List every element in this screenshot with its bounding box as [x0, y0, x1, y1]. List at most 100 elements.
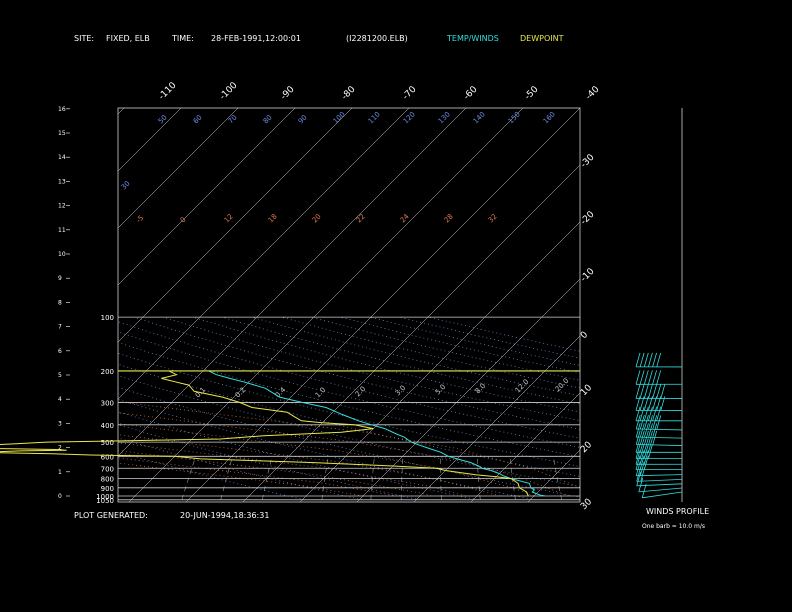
isotherm-label-right: -20: [579, 209, 597, 227]
wind-barb: [652, 384, 657, 399]
wind-barb: [635, 461, 641, 476]
isotherm-line: [356, 278, 580, 502]
mixing-ratio-line: [400, 456, 404, 500]
dry-adiabat-line: [133, 316, 580, 430]
wind-barb: [652, 423, 658, 438]
isotherm-line: [118, 108, 410, 400]
height-km-label: 6: [58, 348, 62, 355]
moist-adiabat-line: [118, 450, 432, 497]
wind-barb: [643, 384, 649, 399]
wind-barb: [656, 352, 662, 368]
isotherm-line: [527, 449, 580, 502]
mixing-ratio-label: 12.0: [514, 378, 531, 395]
height-km-label: 11: [58, 227, 66, 234]
wind-barb: [652, 352, 657, 368]
isotherm-label-right: -10: [579, 266, 597, 284]
pressure-label: 800: [101, 476, 114, 484]
isotherm-line: [413, 335, 580, 502]
mixing-ratio-line: [262, 456, 273, 500]
wet-bulb-label: 12: [223, 212, 235, 224]
mixing-ratio-line: [370, 456, 375, 500]
height-km-label: 5: [58, 372, 62, 379]
temperature-profile-line: [208, 370, 546, 497]
pressure-label: 500: [101, 439, 114, 447]
dry-adiabat-line: [118, 331, 580, 448]
dry-adiabat-line: [118, 321, 580, 439]
theta-label: 120: [402, 110, 417, 125]
pressure-label: 900: [101, 485, 114, 493]
theta-label: 110: [367, 110, 382, 125]
isotherm-label-top: -50: [523, 84, 541, 102]
wind-barb: [635, 422, 641, 438]
wet-bulb-label: 18: [267, 212, 279, 224]
isotherm-line: [642, 108, 792, 502]
isotherm-line: [242, 164, 580, 502]
wind-barb: [656, 384, 662, 399]
theta-label: 30: [120, 179, 132, 191]
theta-label: 60: [192, 113, 204, 125]
dry-adiabat-line: [310, 316, 580, 381]
isotherm-label-top: -70: [401, 84, 419, 102]
height-km-label: 7: [58, 324, 62, 331]
height-km-label: 8: [58, 299, 62, 306]
mixing-ratio-label: 5.0: [434, 383, 448, 397]
dry-adiabat-line: [222, 316, 580, 405]
isotherm-label-right: 30: [579, 497, 594, 512]
plot-frame: [117, 107, 581, 503]
wet-bulb-label: 32: [487, 212, 499, 224]
wind-shaft: [642, 491, 683, 499]
height-km-label: 3: [58, 420, 62, 427]
mixing-ratio-line: [181, 456, 197, 500]
height-km-label: 12: [58, 203, 66, 210]
theta-label: 100: [332, 110, 347, 125]
isotherm-label-right: 20: [579, 440, 594, 455]
mixing-ratio-label: 2.0: [354, 385, 368, 399]
height-km-label: 13: [58, 178, 66, 185]
isotherm-label-top: -40: [584, 84, 602, 102]
height-km-label: 14: [58, 154, 66, 161]
isotherm-label-top: -110: [157, 80, 179, 102]
dry-adiabat-line: [118, 424, 420, 501]
wind-barb: [635, 352, 641, 368]
grid-lines: [118, 108, 792, 502]
theta-label: 80: [262, 113, 274, 125]
wet-bulb-label: -5: [135, 214, 146, 225]
theta-label: 140: [472, 110, 487, 125]
theta-label: 90: [297, 113, 309, 125]
pressure-label: 100: [101, 314, 114, 322]
wind-barb: [639, 384, 645, 399]
wind-barb: [643, 352, 649, 368]
theta-label: 70: [227, 113, 239, 125]
wind-barb: [635, 370, 641, 385]
isotherm-line: [756, 108, 792, 502]
isotherm-line: [185, 108, 580, 502]
height-km-label: 9: [58, 275, 62, 282]
wind-shaft: [636, 474, 683, 477]
skew-t-diagram: 1002003004005006007008009001000105001234…: [0, 80, 792, 512]
isotherm-line: [118, 108, 353, 343]
pressure-label: 400: [101, 422, 114, 430]
wind-shaft: [636, 478, 683, 482]
pressure-label: 200: [101, 368, 114, 376]
wind-barb: [635, 384, 641, 399]
wind-shaft: [636, 436, 683, 439]
height-km-label: 1: [58, 469, 62, 476]
wind-shaft: [638, 487, 683, 493]
wind-barb: [648, 384, 653, 399]
dry-adiabat-line: [192, 316, 580, 413]
wet-bulb-label: 28: [443, 212, 455, 224]
dry-adiabat-line: [251, 316, 580, 397]
wind-barb: [639, 461, 645, 476]
theta-label: 130: [437, 110, 452, 125]
mixing-ratio-line: [220, 456, 233, 500]
mixing-ratio-label: 1.0: [314, 386, 328, 400]
theta-label: 50: [157, 113, 169, 125]
isotherm-label-right: 10: [579, 383, 594, 398]
wet-bulb-label: 20: [311, 212, 323, 224]
height-km-label: 4: [58, 396, 62, 403]
dry-adiabat-line: [340, 316, 580, 374]
pressure-label: 1050: [96, 497, 114, 505]
isotherm-label-top: -80: [340, 84, 358, 102]
isotherm-label-top: -100: [218, 80, 240, 102]
isotherm-label-top: -60: [462, 84, 480, 102]
